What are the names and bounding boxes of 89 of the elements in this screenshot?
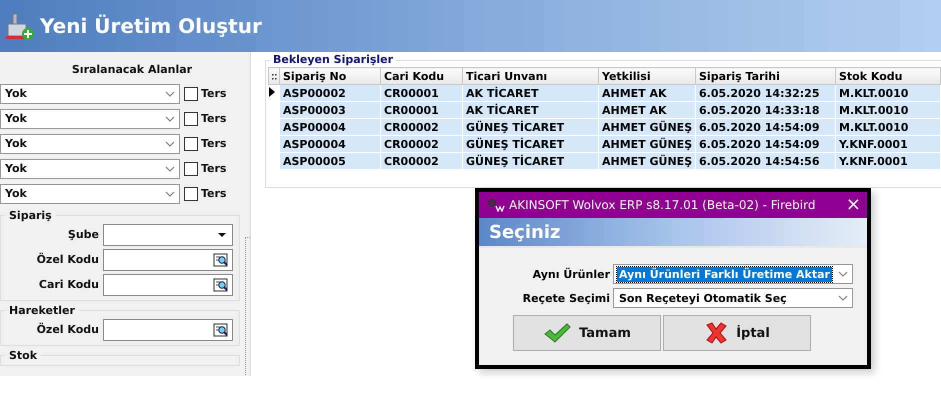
chevron-icon <box>165 116 175 122</box>
table-cell: CR00002 <box>380 152 462 170</box>
table-cell: CR00002 <box>380 136 462 152</box>
table-cell: M.KLT.0010 <box>836 84 940 102</box>
checkbox-label: Ters <box>201 187 226 200</box>
column-header[interactable]: Sipariş Tarihi <box>696 68 836 84</box>
table-cell: CR00002 <box>380 118 462 136</box>
reverse-checkbox[interactable] <box>184 112 198 126</box>
table-cell: AHMET AK <box>598 84 696 102</box>
option-dropdown[interactable]: Son Reçeteyi Otomatik Seç <box>613 288 853 308</box>
close-button[interactable]: × <box>846 196 861 214</box>
lookup-field[interactable] <box>103 274 233 296</box>
table-cell: ASP00004 <box>280 136 380 152</box>
table-cell: CR00001 <box>380 102 462 118</box>
app-logo-icon <box>487 198 505 212</box>
table-cell: AK TİCARET <box>462 84 598 102</box>
field-label: Özel Kodu <box>36 253 99 266</box>
dropdown-arrow-icon <box>218 232 226 236</box>
sort-field-dropdown[interactable]: Yok <box>0 158 180 178</box>
table-cell: 6.05.2020 14:32:25 <box>696 84 836 102</box>
dropdown-field[interactable] <box>103 224 233 246</box>
dialog-heading: Seçiniz <box>479 218 867 248</box>
column-header[interactable]: Sipariş No <box>280 68 380 84</box>
chevron-icon <box>165 140 175 146</box>
reverse-checkbox[interactable] <box>184 86 198 100</box>
table-cell: AHMET GÜNEŞ <box>598 152 696 170</box>
reverse-checkbox[interactable] <box>184 136 198 150</box>
table-cell: GÜNEŞ TİCARET <box>462 152 598 170</box>
field-label: Aynı Ürünler <box>532 268 610 280</box>
table-cell: ASP00005 <box>280 152 380 170</box>
table-cell: AHMET GÜNEŞ <box>598 136 696 152</box>
table-cell: AK TİCARET <box>462 102 598 118</box>
group-title: Hareketler <box>8 304 76 317</box>
group-title: Sipariş <box>8 209 53 222</box>
table-cell: ASP00002 <box>280 84 380 102</box>
field-label: Özel Kodu <box>36 323 99 336</box>
field-label: Reçete Seçimi <box>522 292 610 304</box>
chevron-icon <box>838 271 848 277</box>
table-cell: M.KLT.0010 <box>836 118 940 136</box>
grip-icon <box>272 72 276 80</box>
lookup-field[interactable] <box>103 248 233 270</box>
table-cell: GÜNEŞ TİCARET <box>462 136 598 152</box>
table-cell: GÜNEŞ TİCARET <box>462 118 598 136</box>
table-cell: 6.05.2020 14:54:09 <box>696 118 836 136</box>
reverse-checkbox[interactable] <box>184 186 198 200</box>
field-label: Şube <box>68 228 99 241</box>
reverse-checkbox[interactable] <box>184 162 198 176</box>
table-cell: Y.KNF.0001 <box>836 136 940 152</box>
lookup-field[interactable] <box>103 318 233 340</box>
sort-field-dropdown[interactable]: Yok <box>0 184 180 204</box>
checkbox-label: Ters <box>201 112 226 125</box>
table-cell: M.KLT.0010 <box>836 102 940 118</box>
sort-field-dropdown[interactable]: Yok <box>0 108 180 128</box>
table-cell: AHMET AK <box>598 102 696 118</box>
page-title: Yeni Üretim Oluştur <box>40 14 262 38</box>
table-cell: CR00001 <box>380 84 462 102</box>
chevron-icon <box>838 295 848 301</box>
checkbox-label: Ters <box>201 87 226 100</box>
group-title: Stok <box>8 349 38 362</box>
table-cell: 6.05.2020 14:54:09 <box>696 136 836 152</box>
cancel-button[interactable]: İptal <box>663 315 811 351</box>
option-dropdown[interactable]: Aynı Ürünleri Farklı Üretime Aktar <box>613 264 853 284</box>
lookup-icon <box>213 252 229 266</box>
column-header[interactable]: Yetkilisi <box>598 68 696 84</box>
sort-field-dropdown[interactable]: Yok <box>0 134 180 154</box>
lookup-icon <box>213 278 229 292</box>
sort-field-dropdown[interactable]: Yok <box>0 84 180 104</box>
checkmark-icon <box>543 322 572 344</box>
table-cell: ASP00004 <box>280 118 380 136</box>
field-label: Cari Kodu <box>38 278 99 291</box>
table-cell: AHMET GÜNEŞ <box>598 118 696 136</box>
table-cell: 6.05.2020 14:54:56 <box>696 152 836 170</box>
table-cell: ASP00003 <box>280 102 380 118</box>
column-header[interactable]: Ticari Unvanı <box>462 68 598 84</box>
cross-icon <box>704 322 728 344</box>
chevron-icon <box>165 190 175 196</box>
group-title: Bekleyen Siparişler <box>270 53 396 66</box>
lookup-icon <box>213 322 229 336</box>
chevron-icon <box>165 166 175 172</box>
column-header[interactable]: Cari Kodu <box>380 68 462 84</box>
section-title: Sıralanacak Alanlar <box>70 62 194 78</box>
table-cell: Y.KNF.0001 <box>836 152 940 170</box>
checkbox-label: Ters <box>201 137 226 150</box>
column-header[interactable]: Stok Kodu <box>836 68 940 84</box>
ok-button[interactable]: Tamam <box>513 315 661 351</box>
table-cell: 6.05.2020 14:33:18 <box>696 102 836 118</box>
chevron-icon <box>165 90 175 96</box>
window-title: AKINSOFT Wolvox ERP s8.17.01 (Beta-02) - Firebird <box>509 198 816 212</box>
checkbox-label: Ters <box>201 162 226 175</box>
